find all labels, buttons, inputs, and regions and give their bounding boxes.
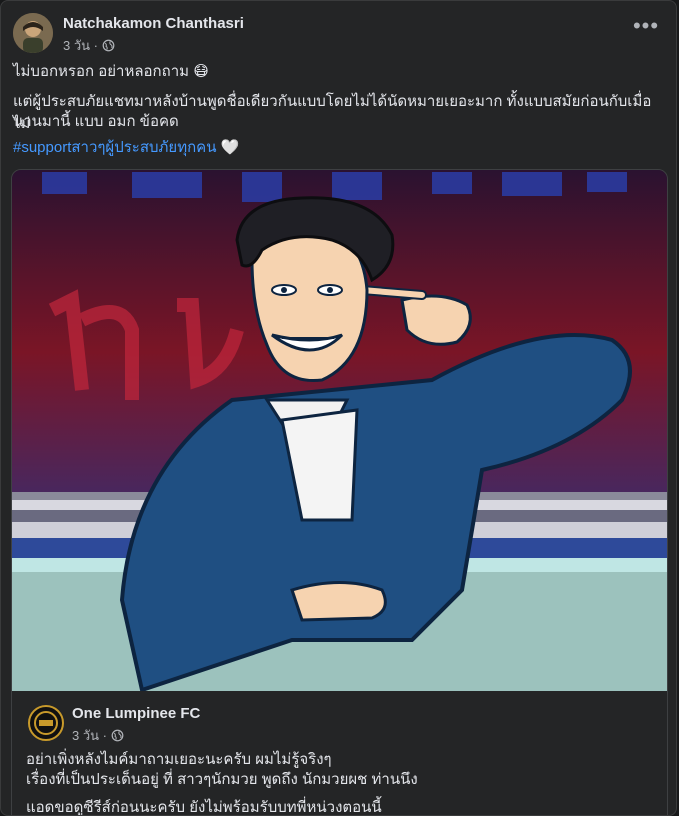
post-time[interactable]: 3 วัน ·: [63, 35, 98, 56]
shared-post-image[interactable]: [12, 170, 667, 693]
shared-text-line-3: แอดขอดูซีรีส์ก่อนนะครับ ยังไม่พร้อมรับบท…: [26, 799, 382, 816]
page-avatar[interactable]: [28, 705, 64, 741]
post-text-line-1: ไม่บอกหรอก อย่าหลอกถาม 😷: [13, 63, 209, 80]
shared-post[interactable]: One Lumpinee FC 3 วัน · อย่าเพิ่งหลังไมค…: [11, 169, 668, 816]
shared-post-header: One Lumpinee FC 3 วัน ·: [28, 703, 648, 743]
post-hashtag-line: #supportสาวๆผู้ประสบภัยทุกคน 🤍: [13, 137, 662, 159]
hashtag-link[interactable]: #supportสาวๆผู้ประสบภัยทุกคน: [13, 139, 216, 156]
shared-text-line-2: เรื่องที่เป็นประเด็นอยู่ ที่ สาวๆนักมวย …: [26, 771, 418, 788]
author-avatar[interactable]: [13, 13, 53, 53]
shared-post-time[interactable]: 3 วัน ·: [72, 725, 107, 746]
page-name[interactable]: One Lumpinee FC: [72, 705, 200, 722]
shared-post-meta: 3 วัน ·: [72, 725, 124, 746]
post-card: Natchakamon Chanthasri 3 วัน · ••• ไม่บอ…: [0, 0, 677, 816]
post-text-line-3: นานมานี้ แบบ อมก ข้อคด: [13, 113, 179, 130]
globe-icon[interactable]: [111, 729, 124, 742]
shared-text-line-1: อย่าเพิ่งหลังไมค์มาถามเยอะนะครับ ผมไม่รู…: [26, 751, 332, 768]
heart-emoji: 🤍: [220, 139, 240, 156]
post-meta: 3 วัน ·: [63, 35, 115, 56]
post-header: Natchakamon Chanthasri 3 วัน · •••: [13, 13, 664, 55]
author-name[interactable]: Natchakamon Chanthasri: [63, 15, 244, 32]
globe-icon[interactable]: [102, 39, 115, 52]
more-options-icon[interactable]: •••: [628, 15, 664, 43]
